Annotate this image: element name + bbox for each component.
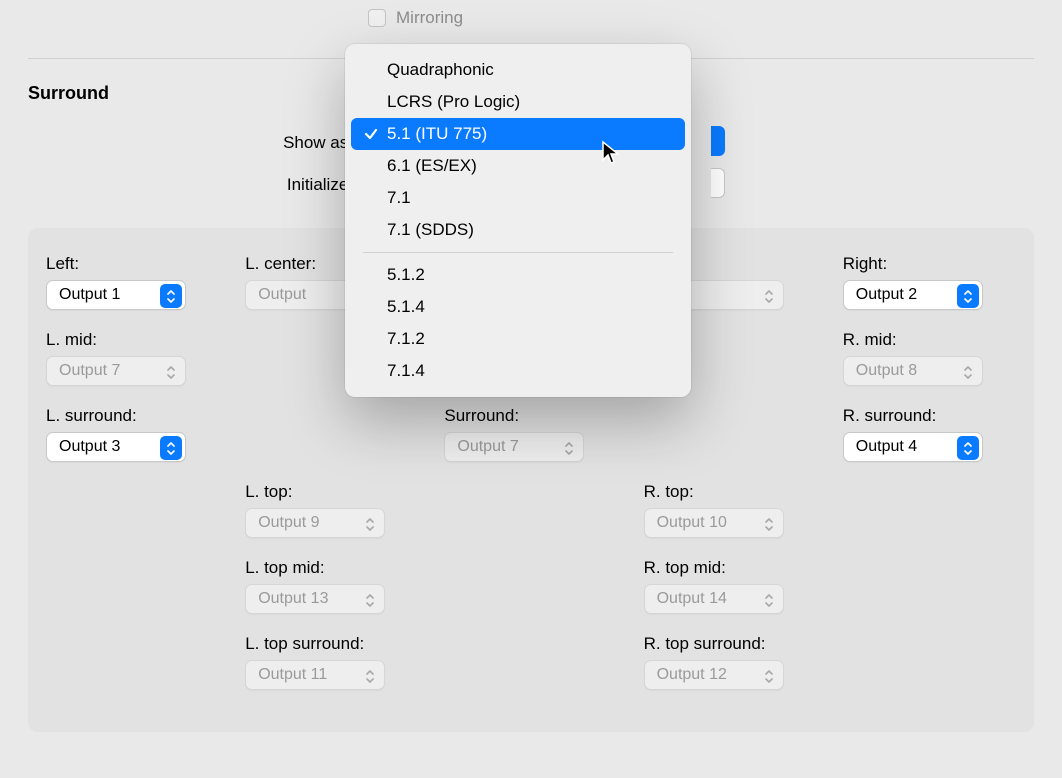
menu-item-label: 5.1.4 — [387, 297, 425, 317]
output-select-value: Output 10 — [657, 514, 727, 532]
output-field-row5-1: L. top mid: Output 13 — [245, 558, 418, 630]
output-select: Output 8 — [843, 356, 983, 386]
output-field-row3-4: R. surround: Output 4 — [843, 406, 1016, 478]
menu-item[interactable]: 6.1 (ES/EX) — [351, 150, 685, 182]
output-label: Surround: — [444, 406, 617, 426]
output-field-row1-0: Left: Output 1 — [46, 254, 219, 326]
stepper-arrows-icon — [359, 588, 381, 612]
show-as-select-edge[interactable] — [711, 126, 725, 156]
output-field-row2-4: R. mid: Output 8 — [843, 330, 1016, 402]
stepper-arrows-icon — [957, 360, 979, 384]
mirroring-label: Mirroring — [396, 8, 463, 28]
output-field-row4-1: L. top: Output 9 — [245, 482, 418, 554]
menu-item[interactable]: 5.1.4 — [351, 291, 685, 323]
stepper-arrows-icon — [957, 436, 979, 460]
menu-item-label: 6.1 (ES/EX) — [387, 156, 477, 176]
menu-item[interactable]: 7.1 — [351, 182, 685, 214]
output-label: Right: — [843, 254, 1016, 274]
stepper-arrows-icon — [558, 436, 580, 460]
show-as-dropdown-menu[interactable]: Quadraphonic LCRS (Pro Logic) 5.1 (ITU 775… — [345, 44, 691, 397]
output-field-row6-1: L. top surround: Output 11 — [245, 634, 418, 706]
stepper-arrows-icon — [758, 664, 780, 688]
output-select: Output 7 — [444, 432, 584, 462]
output-label: L. mid: — [46, 330, 219, 350]
output-select: Output 11 — [245, 660, 385, 690]
output-field-row6-3: R. top surround: Output 12 — [644, 634, 817, 706]
menu-item-label: 7.1 — [387, 188, 411, 208]
output-select-value: Output 3 — [59, 438, 120, 456]
output-select: Output 9 — [245, 508, 385, 538]
output-select-value: Output 13 — [258, 590, 328, 608]
output-select: Output 14 — [644, 584, 784, 614]
output-field-row5-3: R. top mid: Output 14 — [644, 558, 817, 630]
output-select-value: Output 4 — [856, 438, 917, 456]
output-select[interactable]: Output 3 — [46, 432, 186, 462]
stepper-arrows-icon — [359, 512, 381, 536]
output-label: L. top: — [245, 482, 418, 502]
menu-item[interactable]: 5.1 (ITU 775) — [351, 118, 685, 150]
cursor-icon — [601, 140, 621, 166]
menu-item[interactable]: 5.1.2 — [351, 259, 685, 291]
output-label: L. top mid: — [245, 558, 418, 578]
output-field-row3-0: L. surround: Output 3 — [46, 406, 219, 478]
menu-item-label: 5.1 (ITU 775) — [387, 124, 487, 144]
output-select-value: Output 7 — [457, 438, 518, 456]
output-label: R. top surround: — [644, 634, 817, 654]
menu-separator — [363, 252, 673, 253]
stepper-arrows-icon — [160, 360, 182, 384]
mirroring-checkbox[interactable] — [368, 9, 386, 27]
stepper-arrows-icon — [758, 512, 780, 536]
stepper-arrows-icon — [758, 284, 780, 308]
menu-item[interactable]: 7.1.2 — [351, 323, 685, 355]
output-select[interactable]: Output 1 — [46, 280, 186, 310]
stepper-arrows-icon — [160, 436, 182, 460]
menu-item-label: 7.1.2 — [387, 329, 425, 349]
menu-item[interactable]: 7.1.4 — [351, 355, 685, 387]
initialize-label: Initialize: — [28, 175, 363, 195]
output-field-row1-4: Right: Output 2 — [843, 254, 1016, 326]
menu-item[interactable]: 7.1 (SDDS) — [351, 214, 685, 246]
show-as-label: Show as: — [28, 133, 363, 153]
output-select-value: Output — [258, 286, 306, 304]
output-select: Output 12 — [644, 660, 784, 690]
initialize-button-edge[interactable] — [711, 168, 725, 198]
stepper-arrows-icon — [758, 588, 780, 612]
output-select-value: Output 8 — [856, 362, 917, 380]
output-select[interactable]: Output 4 — [843, 432, 983, 462]
output-label: Left: — [46, 254, 219, 274]
menu-item[interactable]: Quadraphonic — [351, 54, 685, 86]
stepper-arrows-icon — [160, 284, 182, 308]
output-select-value: Output 7 — [59, 362, 120, 380]
output-select: Output 7 — [46, 356, 186, 386]
output-select-value: Output 1 — [59, 286, 120, 304]
output-label: R. mid: — [843, 330, 1016, 350]
output-select-value: Output 14 — [657, 590, 727, 608]
output-select-value: Output 12 — [657, 666, 727, 684]
output-field-row3-2: Surround: Output 7 — [444, 406, 617, 478]
menu-item-label: LCRS (Pro Logic) — [387, 92, 520, 112]
output-field-row4-3: R. top: Output 10 — [644, 482, 817, 554]
output-label: R. top mid: — [644, 558, 817, 578]
output-select-value: Output 11 — [258, 666, 327, 684]
stepper-arrows-icon — [359, 664, 381, 688]
preferences-window: Mirroring Surround Show as: Initialize: … — [0, 0, 1062, 778]
output-select-value: Output 2 — [856, 286, 917, 304]
output-label: L. top surround: — [245, 634, 418, 654]
output-label: R. top: — [644, 482, 817, 502]
menu-item-label: 7.1.4 — [387, 361, 425, 381]
menu-item-label: Quadraphonic — [387, 60, 494, 80]
menu-item[interactable]: LCRS (Pro Logic) — [351, 86, 685, 118]
output-select: Output 10 — [644, 508, 784, 538]
menu-item-label: 5.1.2 — [387, 265, 425, 285]
output-select-value: Output 9 — [258, 514, 319, 532]
mirroring-row: Mirroring — [28, 0, 1034, 36]
output-field-row2-0: L. mid: Output 7 — [46, 330, 219, 402]
menu-item-label: 7.1 (SDDS) — [387, 220, 474, 240]
stepper-arrows-icon — [957, 284, 979, 308]
output-label: R. surround: — [843, 406, 1016, 426]
output-select[interactable]: Output 2 — [843, 280, 983, 310]
output-select: Output 13 — [245, 584, 385, 614]
output-label: L. surround: — [46, 406, 219, 426]
